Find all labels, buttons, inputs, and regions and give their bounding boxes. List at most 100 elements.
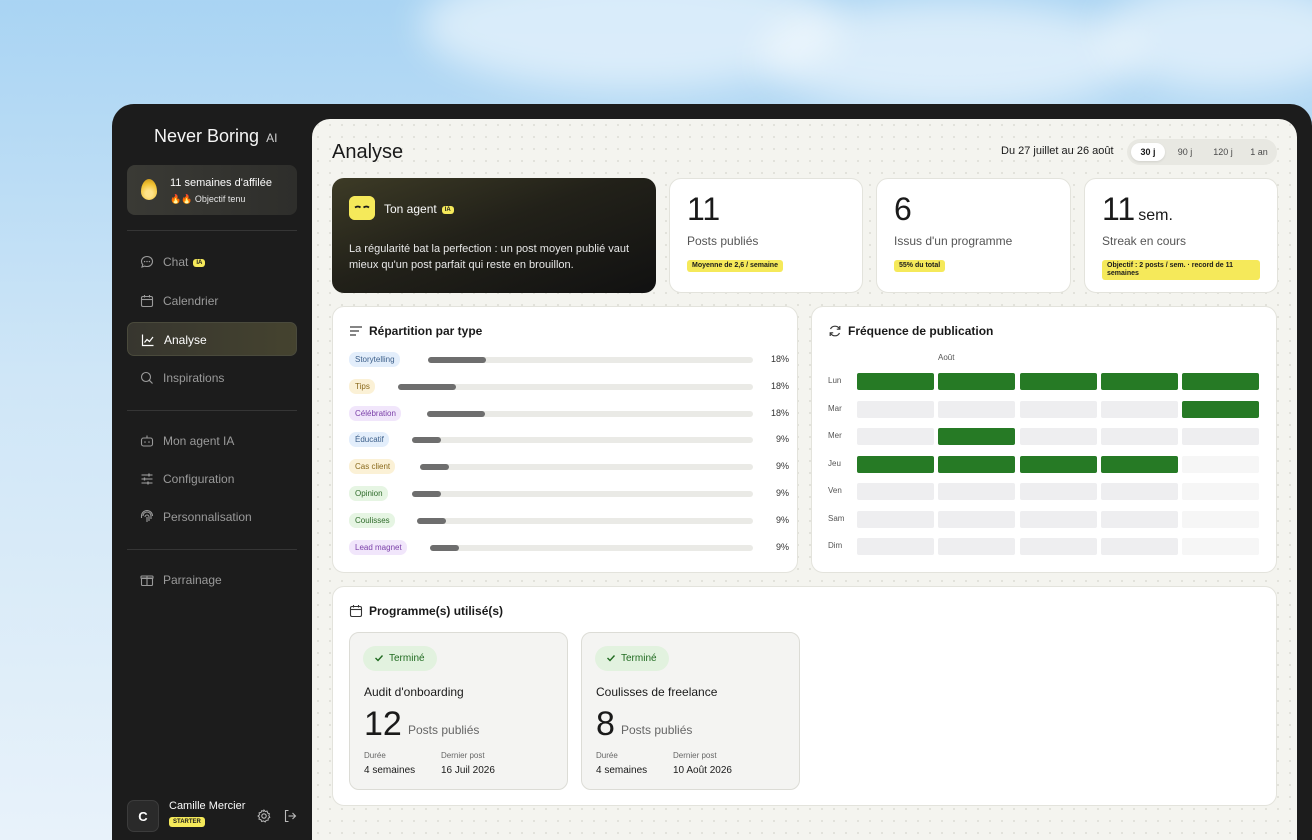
program-card[interactable]: Terminé Audit d'onboarding 12 Posts publ… — [349, 632, 568, 790]
type-chip: Storytelling — [349, 352, 400, 367]
period-90j-button[interactable]: 90 j — [1167, 143, 1203, 161]
frequency-cell — [1100, 455, 1178, 473]
ia-badge: IA — [441, 205, 454, 214]
sidebar-item-inspirations[interactable]: Inspirations — [127, 361, 297, 395]
last-post-value: 16 Juil 2026 — [441, 765, 495, 776]
period-1an-button[interactable]: 1 an — [1243, 143, 1275, 161]
plan-badge: STARTER — [169, 817, 205, 827]
type-percentage: 9% — [775, 488, 789, 498]
type-row: Cas client 9% — [349, 459, 789, 475]
sidebar-item-label: Configuration — [163, 472, 235, 486]
agent-message: La régularité bat la perfection : un pos… — [349, 243, 630, 271]
period-30j-button[interactable]: 30 j — [1131, 143, 1165, 161]
stat-tag: 55% du total — [894, 260, 946, 272]
sidebar-item-label: Calendrier — [163, 294, 219, 308]
period-selector: 30 j 90 j 120 j 1 an — [1127, 139, 1277, 165]
type-bar-fill — [412, 437, 441, 444]
agent-card[interactable]: Ton agent IA La régularité bat la perfect… — [332, 178, 656, 293]
last-post-value: 10 Août 2026 — [673, 765, 732, 776]
sidebar-item-configuration[interactable]: Configuration — [127, 462, 297, 496]
sidebar-divider — [127, 230, 297, 231]
frequency-cell — [857, 428, 934, 445]
program-card[interactable]: Terminé Coulisses de freelance 8 Posts p… — [581, 632, 800, 790]
avatar[interactable]: C — [127, 800, 159, 832]
program-count: 12 — [364, 705, 402, 743]
frequency-cell — [1019, 400, 1097, 418]
type-percentage: 9% — [775, 434, 789, 445]
line-chart-icon — [141, 334, 154, 347]
frequency-cell — [1019, 455, 1097, 473]
type-percentage: 9% — [775, 461, 789, 472]
sidebar: Never Boring AI 11 semaines d'affilée 🔥🔥… — [112, 104, 312, 840]
card-title: Fréquence de publication — [848, 324, 994, 338]
frequency-cell — [1100, 428, 1178, 445]
frequency-cell — [1100, 510, 1178, 528]
stat-label: Posts publiés — [687, 234, 759, 248]
frequency-cell — [938, 428, 1016, 445]
last-post-label: Dernier post — [673, 751, 717, 760]
sidebar-item-calendrier[interactable]: Calendrier — [127, 284, 297, 318]
stat-card-posts: 11 Posts publiés Moyenne de 2,6 / semain… — [669, 178, 863, 293]
duration-value: 4 semaines — [596, 765, 648, 776]
frequency-cell — [1182, 400, 1260, 418]
sidebar-item-personnalisation[interactable]: Personnalisation — [127, 500, 297, 534]
frequency-cell — [938, 483, 1016, 500]
type-bar-track — [427, 410, 753, 417]
streak-card: 11 semaines d'affilée 🔥🔥 Objectif tenu — [127, 165, 297, 215]
type-bar-fill — [420, 464, 449, 471]
type-row: Célébration 18% — [349, 405, 789, 422]
program-count-label: Posts publiés — [408, 723, 480, 737]
stat-card-programme: 6 Issus d'un programme 55% du total — [876, 178, 1071, 293]
stat-tag: Objectif : 2 posts / sem. · record de 11… — [1102, 260, 1260, 280]
program-count: 8 — [596, 705, 615, 743]
streak-subtitle: 🔥🔥 Objectif tenu — [170, 194, 246, 204]
frequency-cell — [1019, 373, 1097, 390]
day-label: Mar — [828, 403, 842, 413]
sidebar-item-mon-agent-ia[interactable]: Mon agent IA — [127, 424, 297, 458]
type-bar-track — [398, 383, 753, 390]
search-icon — [140, 371, 153, 384]
logout-icon[interactable] — [282, 808, 298, 824]
flame-icon — [141, 179, 157, 200]
program-count-label: Posts publiés — [621, 723, 693, 737]
card-title: Programme(s) utilisé(s) — [369, 604, 504, 618]
type-bar-fill — [427, 410, 485, 417]
cloud-decoration — [760, 0, 1140, 110]
stat-unit: sem. — [1138, 207, 1173, 224]
type-percentage: 18% — [770, 407, 789, 418]
frequency-cell — [938, 538, 1016, 555]
status-badge: Terminé — [595, 646, 669, 671]
agent-face-icon — [349, 196, 375, 220]
type-row: Storytelling 18% — [349, 352, 789, 368]
sidebar-item-parrainage[interactable]: Parrainage — [127, 563, 297, 597]
period-120j-button[interactable]: 120 j — [1205, 143, 1241, 161]
settings-gear-icon[interactable] — [256, 808, 272, 824]
fingerprint-icon — [140, 510, 154, 522]
sidebar-item-analyse[interactable]: Analyse — [127, 322, 297, 356]
type-row: Lead magnet 9% — [349, 539, 789, 556]
sidebar-item-label: Chat — [163, 255, 189, 269]
stat-value: 11 — [687, 191, 721, 227]
sidebar-item-chat[interactable]: Chat IA — [127, 245, 297, 279]
agent-title: Ton agent — [384, 202, 437, 216]
program-name: Coulisses de freelance — [596, 685, 718, 699]
type-percentage: 18% — [770, 380, 789, 391]
chat-bubble-icon — [140, 255, 154, 268]
type-bar-fill — [398, 383, 456, 390]
sidebar-item-label: Mon agent IA — [163, 434, 235, 448]
brand-logo: Never Boring AI — [154, 126, 278, 146]
type-row: Tips 18% — [349, 378, 789, 395]
cloud-decoration — [1100, 0, 1312, 90]
frequency-cell — [1019, 510, 1097, 528]
frequency-cell — [1182, 373, 1260, 390]
frequency-cell — [1100, 400, 1178, 418]
type-bar-track — [412, 437, 753, 444]
last-post-label: Dernier post — [441, 751, 485, 760]
stat-label: Issus d'un programme — [894, 234, 1013, 248]
type-chip: Cas client — [349, 459, 396, 475]
type-row: Coulisses 9% — [349, 512, 789, 529]
type-chip: Tips — [349, 378, 375, 394]
app-window: Never Boring AI 11 semaines d'affilée 🔥🔥… — [112, 104, 1312, 840]
stat-value: 6 — [894, 191, 912, 227]
sidebar-divider — [127, 410, 297, 411]
